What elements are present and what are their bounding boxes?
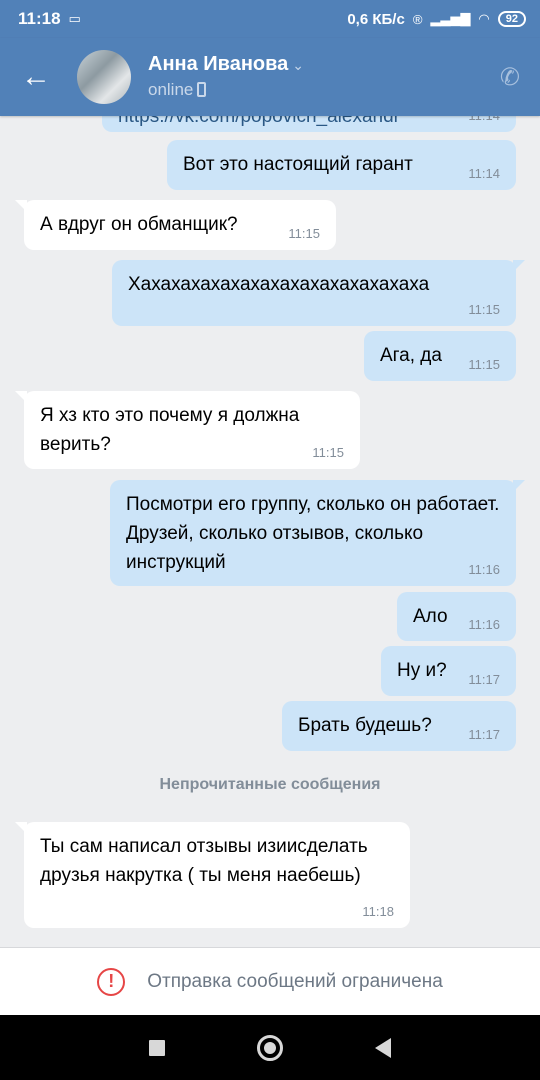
message-text: Я хз кто это почему я должна верить? bbox=[40, 405, 300, 455]
restriction-text: Отправка сообщений ограничена bbox=[147, 970, 443, 992]
back-icon[interactable] bbox=[375, 1037, 391, 1058]
message-time: 11:17 bbox=[468, 727, 500, 742]
message-time: 11:14 bbox=[468, 166, 500, 181]
contact-name: Анна Иванова bbox=[148, 52, 289, 75]
arrow-left-icon: ← bbox=[21, 60, 51, 93]
phone-icon: ✆ bbox=[499, 63, 520, 91]
message-text: Ты сам написал отзывы изиисделать друзья… bbox=[40, 836, 368, 886]
message-restriction-bar: ! Отправка сообщений ограничена bbox=[0, 947, 540, 1015]
unread-divider: Непрочитанные сообщения bbox=[159, 776, 381, 793]
recents-icon[interactable] bbox=[149, 1039, 165, 1056]
message-time: 11:16 bbox=[468, 562, 500, 577]
message-time: 11:15 bbox=[288, 226, 320, 241]
message-time: 11:15 bbox=[468, 357, 500, 372]
message-time: 11:17 bbox=[468, 672, 500, 687]
message-time: 11:14 bbox=[468, 116, 500, 124]
registered-icon: ® bbox=[412, 11, 423, 27]
message-incoming[interactable]: А вдруг он обманщик? 11:15 bbox=[15, 200, 336, 250]
presence-status: online bbox=[148, 79, 194, 99]
message-incoming[interactable]: Я хз кто это почему я должна верить? 11:… bbox=[15, 391, 360, 469]
message-outgoing[interactable]: Хахахахахахахахахахахахахахаха 11:15 bbox=[112, 260, 525, 326]
network-speed: 0,6 КБ/с bbox=[347, 10, 405, 28]
message-link[interactable]: https://vk.com/popovich_alexandr bbox=[118, 116, 400, 127]
chat-header: ← Анна Иванова ⌄ online ✆ bbox=[0, 38, 540, 116]
system-nav-bar bbox=[0, 1015, 540, 1080]
message-outgoing[interactable]: Брать будешь? 11:17 bbox=[282, 701, 516, 751]
back-button[interactable]: ← bbox=[0, 38, 72, 116]
mobile-icon bbox=[197, 81, 207, 97]
message-time: 11:16 bbox=[468, 617, 500, 632]
message-text: Посмотри его группу, сколько он работает… bbox=[126, 494, 500, 573]
avatar[interactable] bbox=[77, 50, 131, 104]
battery-icon: 92 bbox=[497, 11, 526, 27]
message-incoming[interactable]: Ты сам написал отзывы изиисделать друзья… bbox=[15, 822, 410, 928]
message-text: Хахахахахахахахахахахахахахаха bbox=[128, 274, 430, 295]
message-time: 11:18 bbox=[362, 904, 394, 919]
message-outgoing[interactable]: Ага, да 11:15 bbox=[364, 331, 516, 381]
message-text: Вот это настоящий гарант bbox=[183, 154, 413, 175]
message-outgoing[interactable]: Ало 11:16 bbox=[397, 592, 516, 641]
message-outgoing[interactable]: https://vk.com/popovich_alexandr 11:14 bbox=[102, 116, 516, 132]
status-time: 11:18 bbox=[18, 9, 61, 28]
message-outgoing[interactable]: Вот это настоящий гарант 11:14 bbox=[167, 140, 516, 190]
message-list[interactable]: https://vk.com/popovich_alexandr 11:14 В… bbox=[0, 116, 540, 947]
chevron-down-icon: ⌄ bbox=[292, 56, 304, 73]
call-button[interactable]: ✆ bbox=[500, 63, 520, 92]
wifi-icon: ◠ bbox=[478, 11, 490, 26]
message-outgoing[interactable]: Посмотри его группу, сколько он работает… bbox=[110, 480, 525, 586]
message-text: А вдруг он обманщик? bbox=[40, 214, 238, 235]
message-outgoing[interactable]: Ну и? 11:17 bbox=[381, 646, 516, 696]
signal-icon: ▂▃▅▇ bbox=[430, 11, 471, 26]
message-time: 11:15 bbox=[312, 445, 344, 460]
status-bar: 11:18 ▭ 0,6 КБ/с ® ▂▃▅▇ ◠ 92 bbox=[0, 0, 540, 38]
message-time: 11:15 bbox=[468, 302, 500, 317]
notification-icon: ▭ bbox=[68, 11, 81, 26]
warning-icon: ! bbox=[97, 967, 126, 996]
contact-info[interactable]: Анна Иванова ⌄ online bbox=[148, 52, 304, 103]
home-icon[interactable] bbox=[257, 1034, 283, 1061]
